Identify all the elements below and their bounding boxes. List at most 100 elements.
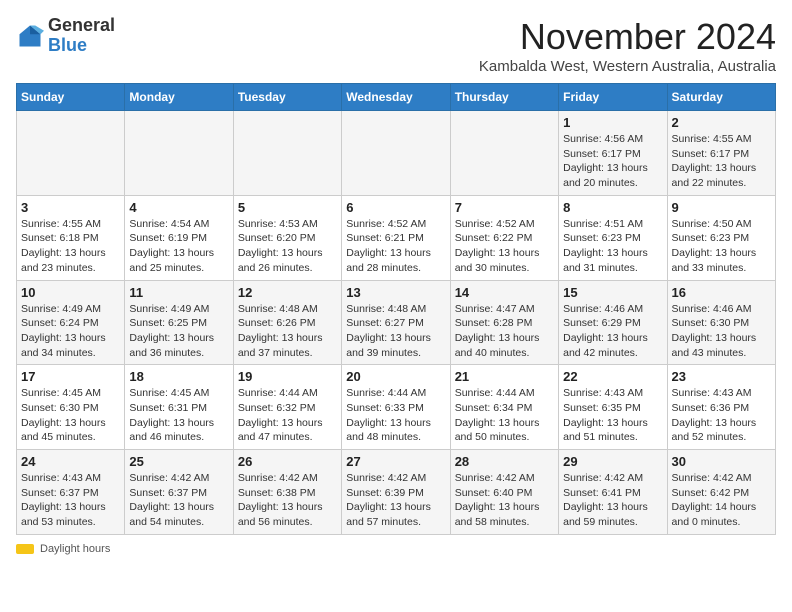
calendar-cell: 27Sunrise: 4:42 AMSunset: 6:39 PMDayligh…	[342, 450, 450, 535]
day-info: Sunrise: 4:55 AMSunset: 6:18 PMDaylight:…	[21, 217, 120, 276]
day-number: 17	[21, 369, 120, 384]
calendar-header-wednesday: Wednesday	[342, 84, 450, 111]
calendar: SundayMondayTuesdayWednesdayThursdayFrid…	[16, 83, 776, 535]
day-info: Sunrise: 4:44 AMSunset: 6:33 PMDaylight:…	[346, 386, 445, 445]
logo-text: General Blue	[48, 16, 115, 56]
header: General Blue November 2024 Kambalda West…	[16, 16, 776, 75]
day-number: 5	[238, 200, 337, 215]
calendar-cell: 26 Sunrise: 4:42 AMSunset: 6:38 PMDayligh…	[233, 450, 341, 535]
day-info: Sunrise: 4:46 AMSunset: 6:29 PMDaylight:…	[563, 302, 662, 361]
calendar-cell: 15 Sunrise: 4:46 AMSunset: 6:29 PMDayligh…	[559, 280, 667, 365]
calendar-cell: 25 Sunrise: 4:42 AMSunset: 6:37 PMDayligh…	[125, 450, 233, 535]
day-info: Sunrise: 4:42 AMSunset: 6:39 PMDaylight:…	[346, 471, 445, 530]
day-number: 26	[238, 454, 337, 469]
day-info: Sunrise: 4:45 AMSunset: 6:31 PMDaylight:…	[129, 386, 228, 445]
calendar-cell: 9 Sunrise: 4:50 AMSunset: 6:23 PMDaylight…	[667, 195, 775, 280]
calendar-header-thursday: Thursday	[450, 84, 558, 111]
calendar-cell: 4 Sunrise: 4:54 AMSunset: 6:19 PMDaylight…	[125, 195, 233, 280]
calendar-cell: 7 Sunrise: 4:52 AMSunset: 6:22 PMDaylight…	[450, 195, 558, 280]
calendar-cell: 14Sunrise: 4:47 AMSunset: 6:28 PMDayligh…	[450, 280, 558, 365]
day-number: 29	[563, 454, 662, 469]
day-info: Sunrise: 4:48 AMSunset: 6:27 PMDaylight:…	[346, 302, 445, 361]
calendar-cell: 19Sunrise: 4:44 AMSunset: 6:32 PMDayligh…	[233, 365, 341, 450]
calendar-header-saturday: Saturday	[667, 84, 775, 111]
day-number: 23	[672, 369, 771, 384]
subtitle: Kambalda West, Western Australia, Austra…	[479, 58, 776, 75]
calendar-cell: 21 Sunrise: 4:44 AMSunset: 6:34 PMDayligh…	[450, 365, 558, 450]
calendar-cell: 5 Sunrise: 4:53 AMSunset: 6:20 PMDaylight…	[233, 195, 341, 280]
day-number: 15	[563, 285, 662, 300]
day-info: Sunrise: 4:50 AMSunset: 6:23 PMDaylight:…	[672, 217, 771, 276]
calendar-cell: 1 Sunrise: 4:56 AMSunset: 6:17 PMDaylight…	[559, 111, 667, 196]
logo-icon	[16, 22, 44, 50]
calendar-cell	[342, 111, 450, 196]
calendar-cell	[17, 111, 125, 196]
calendar-cell: 2Sunrise: 4:55 AMSunset: 6:17 PMDaylight…	[667, 111, 775, 196]
day-info: Sunrise: 4:42 AMSunset: 6:42 PMDaylight:…	[672, 471, 771, 530]
day-number: 30	[672, 454, 771, 469]
calendar-header-monday: Monday	[125, 84, 233, 111]
day-number: 11	[129, 285, 228, 300]
day-info: Sunrise: 4:42 AMSunset: 6:37 PMDaylight:…	[129, 471, 228, 530]
day-info: Sunrise: 4:45 AMSunset: 6:30 PMDaylight:…	[21, 386, 120, 445]
calendar-cell: 18 Sunrise: 4:45 AMSunset: 6:31 PMDayligh…	[125, 365, 233, 450]
calendar-cell: 12 Sunrise: 4:48 AMSunset: 6:26 PMDayligh…	[233, 280, 341, 365]
calendar-cell: 10Sunrise: 4:49 AMSunset: 6:24 PMDayligh…	[17, 280, 125, 365]
calendar-header-sunday: Sunday	[17, 84, 125, 111]
day-info: Sunrise: 4:43 AMSunset: 6:35 PMDaylight:…	[563, 386, 662, 445]
footer-label: Daylight hours	[40, 543, 110, 555]
day-number: 7	[455, 200, 554, 215]
day-info: Sunrise: 4:52 AMSunset: 6:21 PMDaylight:…	[346, 217, 445, 276]
day-number: 18	[129, 369, 228, 384]
day-info: Sunrise: 4:52 AMSunset: 6:22 PMDaylight:…	[455, 217, 554, 276]
day-number: 22	[563, 369, 662, 384]
day-number: 16	[672, 285, 771, 300]
day-info: Sunrise: 4:49 AMSunset: 6:25 PMDaylight:…	[129, 302, 228, 361]
calendar-header-friday: Friday	[559, 84, 667, 111]
calendar-week-row: 24 Sunrise: 4:43 AMSunset: 6:37 PMDayligh…	[17, 450, 776, 535]
calendar-body: 1 Sunrise: 4:56 AMSunset: 6:17 PMDaylight…	[17, 111, 776, 535]
day-info: Sunrise: 4:43 AMSunset: 6:36 PMDaylight:…	[672, 386, 771, 445]
day-info: Sunrise: 4:48 AMSunset: 6:26 PMDaylight:…	[238, 302, 337, 361]
daylight-bar-icon	[16, 544, 34, 554]
day-number: 14	[455, 285, 554, 300]
day-info: Sunrise: 4:43 AMSunset: 6:37 PMDaylight:…	[21, 471, 120, 530]
day-info: Sunrise: 4:55 AMSunset: 6:17 PMDaylight:…	[672, 132, 771, 191]
title-area: November 2024 Kambalda West, Western Aus…	[479, 16, 776, 75]
day-info: Sunrise: 4:42 AMSunset: 6:40 PMDaylight:…	[455, 471, 554, 530]
day-number: 9	[672, 200, 771, 215]
day-number: 28	[455, 454, 554, 469]
day-number: 10	[21, 285, 120, 300]
calendar-cell: 3Sunrise: 4:55 AMSunset: 6:18 PMDaylight…	[17, 195, 125, 280]
day-number: 24	[21, 454, 120, 469]
footer: Daylight hours	[16, 543, 776, 555]
day-number: 21	[455, 369, 554, 384]
day-number: 19	[238, 369, 337, 384]
day-number: 25	[129, 454, 228, 469]
day-info: Sunrise: 4:44 AMSunset: 6:34 PMDaylight:…	[455, 386, 554, 445]
calendar-cell: 8 Sunrise: 4:51 AMSunset: 6:23 PMDaylight…	[559, 195, 667, 280]
day-info: Sunrise: 4:54 AMSunset: 6:19 PMDaylight:…	[129, 217, 228, 276]
day-number: 12	[238, 285, 337, 300]
day-number: 4	[129, 200, 228, 215]
calendar-cell: 16 Sunrise: 4:46 AMSunset: 6:30 PMDayligh…	[667, 280, 775, 365]
calendar-week-row: 17 Sunrise: 4:45 AMSunset: 6:30 PMDayligh…	[17, 365, 776, 450]
calendar-cell: 11 Sunrise: 4:49 AMSunset: 6:25 PMDayligh…	[125, 280, 233, 365]
calendar-week-row: 3Sunrise: 4:55 AMSunset: 6:18 PMDaylight…	[17, 195, 776, 280]
day-number: 1	[563, 115, 662, 130]
day-info: Sunrise: 4:51 AMSunset: 6:23 PMDaylight:…	[563, 217, 662, 276]
day-number: 13	[346, 285, 445, 300]
calendar-cell	[450, 111, 558, 196]
calendar-cell: 28 Sunrise: 4:42 AMSunset: 6:40 PMDayligh…	[450, 450, 558, 535]
day-info: Sunrise: 4:46 AMSunset: 6:30 PMDaylight:…	[672, 302, 771, 361]
day-info: Sunrise: 4:56 AMSunset: 6:17 PMDaylight:…	[563, 132, 662, 191]
day-info: Sunrise: 4:53 AMSunset: 6:20 PMDaylight:…	[238, 217, 337, 276]
calendar-cell: 30 Sunrise: 4:42 AMSunset: 6:42 PMDayligh…	[667, 450, 775, 535]
calendar-cell: 13 Sunrise: 4:48 AMSunset: 6:27 PMDayligh…	[342, 280, 450, 365]
calendar-week-row: 10Sunrise: 4:49 AMSunset: 6:24 PMDayligh…	[17, 280, 776, 365]
day-number: 8	[563, 200, 662, 215]
day-info: Sunrise: 4:42 AMSunset: 6:38 PMDaylight:…	[238, 471, 337, 530]
calendar-cell: 24 Sunrise: 4:43 AMSunset: 6:37 PMDayligh…	[17, 450, 125, 535]
calendar-cell: 17 Sunrise: 4:45 AMSunset: 6:30 PMDayligh…	[17, 365, 125, 450]
calendar-cell	[125, 111, 233, 196]
